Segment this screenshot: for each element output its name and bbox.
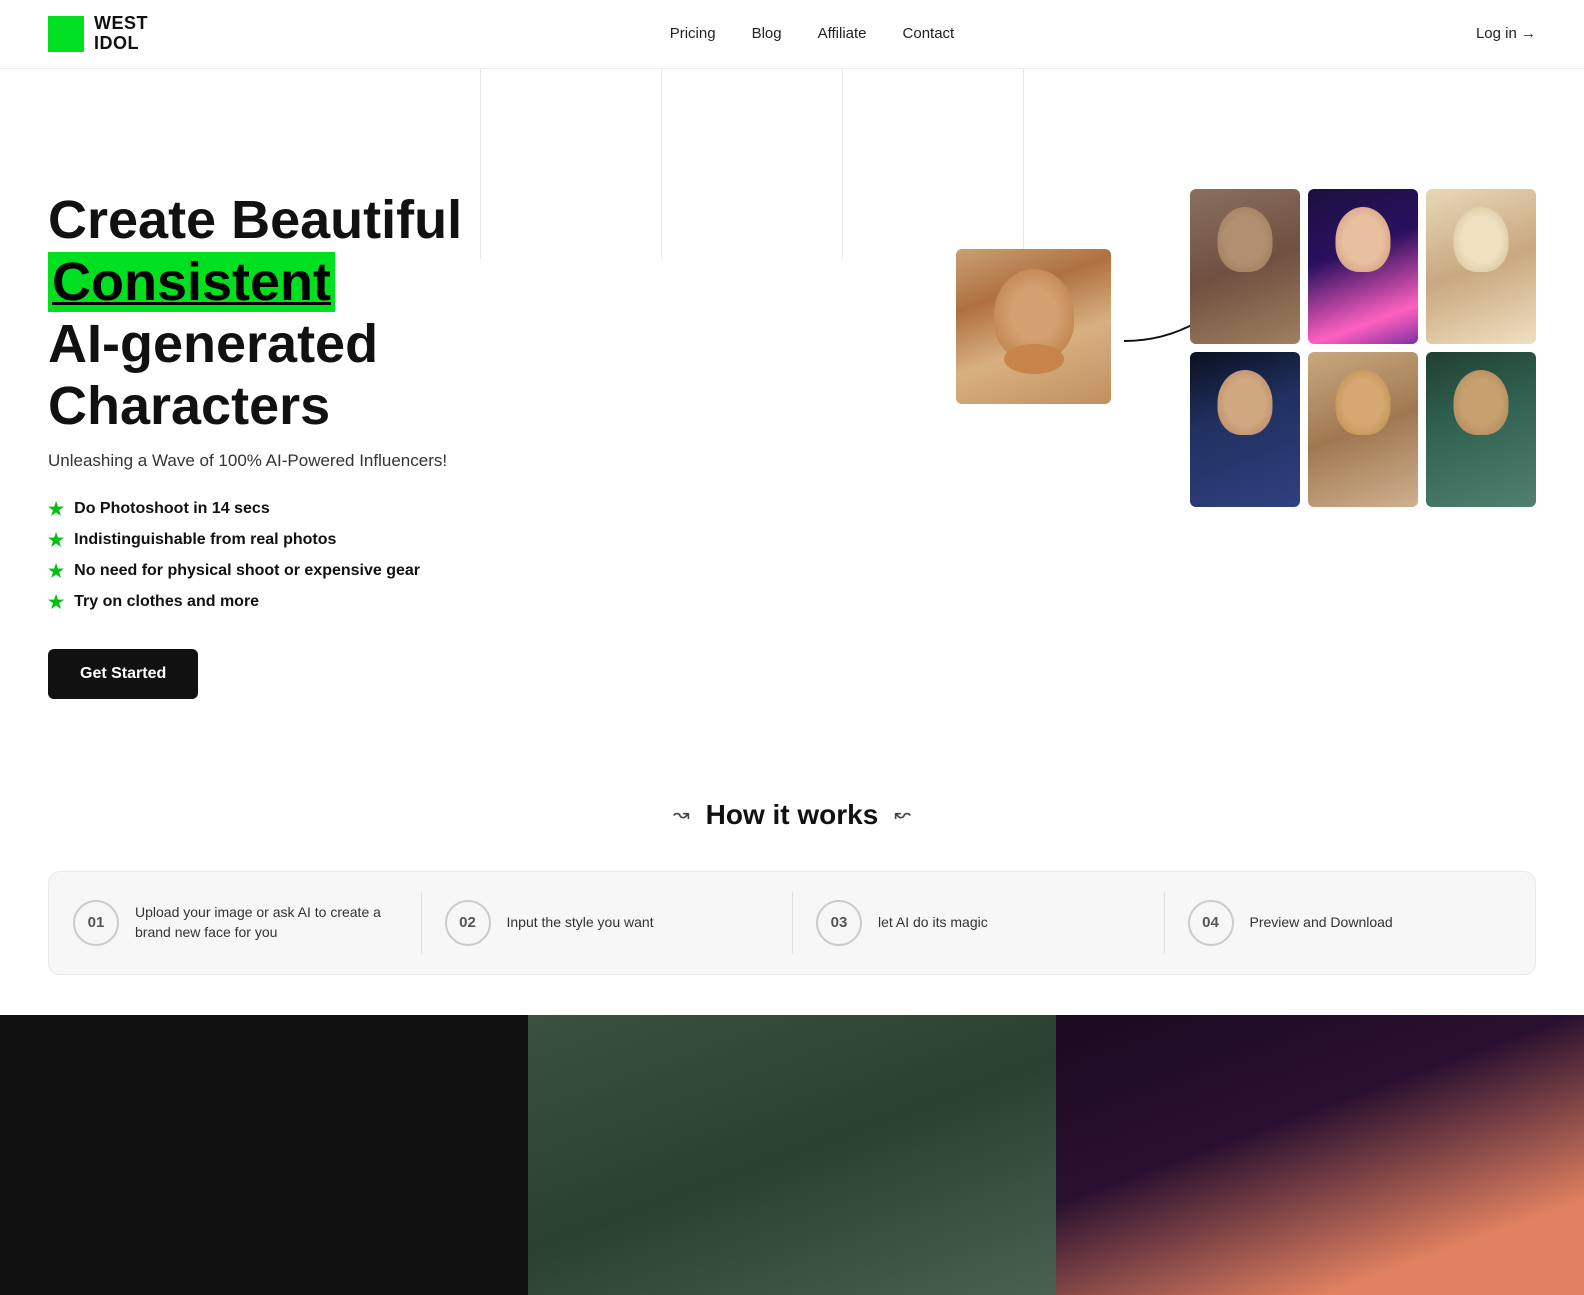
hero-title-part2: AI-generated Characters [48,314,378,436]
hero-left: Create Beautiful Consistent AI-generated… [48,129,628,699]
steps-row: 01 Upload your image or ask AI to create… [48,871,1536,975]
step-1-number: 01 [73,900,119,946]
how-title-wrap: ↝ How it works ↜ [48,799,1536,831]
step-2: 02 Input the style you want [421,872,793,974]
step-3-label: let AI do its magic [878,913,988,933]
how-it-works-title: How it works [706,799,879,831]
feature-1: ★ Do Photoshoot in 14 secs [48,499,628,520]
bottom-photo-dark [0,1015,528,1295]
step-4: 04 Preview and Download [1164,872,1536,974]
star-icon-4: ★ [48,592,64,613]
nav-blog[interactable]: Blog [752,25,782,42]
step-3: 03 let AI do its magic [792,872,1164,974]
step-3-number: 03 [816,900,862,946]
nav-pricing[interactable]: Pricing [670,25,716,42]
nav-affiliate[interactable]: Affiliate [818,25,867,42]
grid-face-2 [1308,189,1418,344]
hero-right [628,129,1536,669]
feature-4-text: Try on clothes and more [74,593,259,611]
grid-photo-6 [1426,352,1536,507]
nav-links: Pricing Blog Affiliate Contact [670,25,955,42]
how-it-works-section: ↝ How it works ↜ 01 Upload your image or… [0,739,1584,1015]
step-1-label: Upload your image or ask AI to create a … [135,903,397,942]
main-face-image [956,249,1111,404]
star-icon-3: ★ [48,561,64,582]
star-icon-2: ★ [48,530,64,551]
grid-photo-4 [1190,352,1300,507]
grid-face-1 [1190,189,1300,344]
step-4-label: Preview and Download [1250,913,1393,933]
photo-section [916,129,1536,669]
nav-contact[interactable]: Contact [903,25,955,42]
deco-left-icon: ↝ [673,802,690,827]
grid-face-4 [1190,352,1300,507]
grid-photo-3 [1426,189,1536,344]
deco-right-icon: ↜ [894,802,911,827]
bottom-photos [0,1015,1584,1295]
nav-right: Log in → [1476,25,1536,42]
logo-text: WEST IDOL [94,14,148,54]
hero-title-highlight: Consistent [48,252,335,312]
feature-2-text: Indistinguishable from real photos [74,531,336,549]
hero-title-part1: Create Beautiful [48,190,462,250]
feature-4: ★ Try on clothes and more [48,592,628,613]
hero-title: Create Beautiful Consistent AI-generated… [48,189,628,437]
grid-photo-1 [1190,189,1300,344]
main-face-photo [956,249,1111,404]
grid-face-6 [1426,352,1536,507]
logo[interactable]: WEST IDOL [48,14,148,54]
grid-photo-5 [1308,352,1418,507]
grid-face-5 [1308,352,1418,507]
photo-grid [1190,189,1536,507]
step-2-number: 02 [445,900,491,946]
feature-3: ★ No need for physical shoot or expensiv… [48,561,628,582]
navbar: WEST IDOL Pricing Blog Affiliate Contact… [0,0,1584,69]
login-button[interactable]: Log in → [1476,25,1536,42]
star-icon-1: ★ [48,499,64,520]
hero-section: Create Beautiful Consistent AI-generated… [0,69,1584,739]
step-1: 01 Upload your image or ask AI to create… [49,872,421,974]
grid-photo-2 [1308,189,1418,344]
step-4-number: 04 [1188,900,1234,946]
step-2-label: Input the style you want [507,913,654,933]
bottom-photo-girl-hat [528,1015,1056,1295]
feature-1-text: Do Photoshoot in 14 secs [74,500,270,518]
feature-3-text: No need for physical shoot or expensive … [74,562,420,580]
features-list: ★ Do Photoshoot in 14 secs ★ Indistingui… [48,499,628,613]
grid-face-3 [1426,189,1536,344]
hero-subtitle: Unleashing a Wave of 100% AI-Powered Inf… [48,451,628,471]
logo-square [48,16,84,52]
bottom-photo-city [1056,1015,1584,1295]
feature-2: ★ Indistinguishable from real photos [48,530,628,551]
get-started-button[interactable]: Get Started [48,649,198,699]
